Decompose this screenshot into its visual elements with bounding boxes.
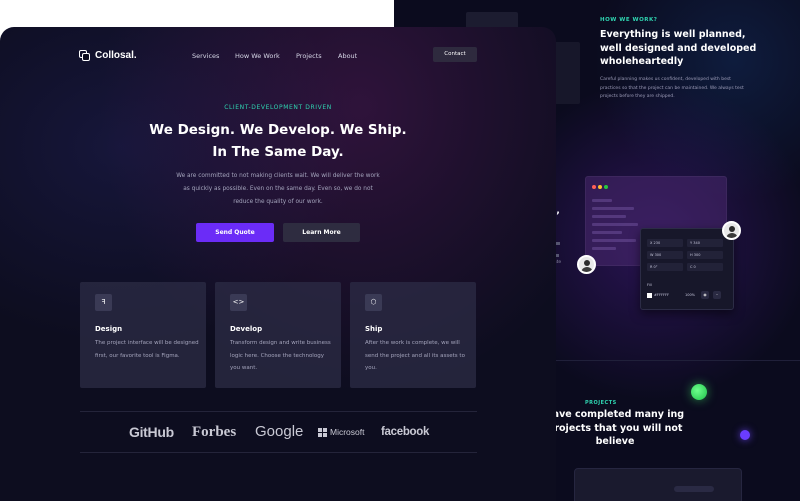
minus-icon: –: [713, 291, 721, 299]
send-quote-button[interactable]: Send Quote: [196, 223, 274, 242]
google-logo: Google: [255, 423, 304, 440]
code-line: [592, 231, 622, 234]
feature-card-develop: <> Develop Transform design and write bu…: [215, 282, 341, 388]
feature-title: Design: [95, 325, 123, 333]
code-line: [592, 247, 616, 250]
feature-title: Ship: [365, 325, 383, 333]
avatar: [577, 255, 596, 274]
learn-more-button[interactable]: Learn More: [283, 223, 360, 242]
contact-button[interactable]: Contact: [433, 47, 477, 62]
logos-divider-bottom: [80, 452, 477, 453]
eye-icon: ◉: [701, 291, 709, 299]
feature-body: Transform design and write business logi…: [230, 340, 331, 371]
feature-card-ship: ⬡ Ship After the work is complete, we wi…: [350, 282, 476, 388]
nav-item-services[interactable]: Services: [192, 52, 219, 60]
how-we-work-title: Everything is well planned, well designe…: [600, 29, 757, 67]
how-we-work-body: Careful planning makes us confident, dev…: [600, 77, 744, 99]
fill-label: Fill: [647, 283, 652, 287]
facebook-logo: facebook: [381, 426, 430, 438]
how-we-work-eyebrow: HOW WE WORK?: [600, 17, 658, 23]
page-screenshot: HOW WE WORK? Everything is well planned,…: [0, 0, 800, 501]
brand-name: Collosal.: [95, 49, 137, 61]
prop-h: H 300: [687, 251, 723, 259]
projects-title: have completed many ing projects that yo…: [545, 409, 685, 447]
figma-icon: ꟻ: [95, 294, 112, 311]
avatar: [722, 221, 741, 240]
project-card-preview: [574, 468, 742, 501]
prop-y: Y 340: [687, 239, 723, 247]
github-logo: GitHub: [129, 424, 174, 440]
code-line: [592, 223, 638, 226]
nav-item-about[interactable]: About: [338, 52, 357, 60]
logo-icon: [79, 49, 90, 61]
fill-opacity: 100%: [685, 293, 696, 297]
microsoft-wordmark: Microsoft: [330, 427, 365, 437]
microsoft-logo: Microsoft: [318, 424, 364, 440]
prop-x: X 230: [647, 239, 683, 247]
nav-item-projects[interactable]: Projects: [296, 52, 322, 60]
code-icon: <>: [230, 294, 247, 311]
hero-body-line-2: as quickly as possible. Even on the same…: [183, 186, 373, 192]
window-dot-icon: [604, 185, 608, 189]
ghost-block: [674, 486, 714, 492]
code-line: [592, 207, 634, 210]
properties-panel-illustration: X 230 Y 340 W 300 H 300 R 0° C 0 Fill #F…: [640, 228, 734, 310]
feature-card-design: ꟻ Design The project interface will be d…: [80, 282, 206, 388]
brand-logo[interactable]: Collosal.: [79, 49, 137, 61]
feature-title: Develop: [230, 325, 263, 333]
window-dot-icon: [592, 185, 596, 189]
code-line: [592, 199, 612, 202]
window-dot-icon: [598, 185, 602, 189]
nav-item-how-we-work[interactable]: How We Work: [235, 52, 280, 60]
hero-title-line-2: In The Same Day.: [212, 144, 344, 160]
hero-body-line-1: We are committed to not making clients w…: [176, 173, 380, 179]
projects-eyebrow: PROJECTS: [585, 400, 617, 406]
prop-rotation: R 0°: [647, 263, 683, 271]
microsoft-grid-icon: [318, 427, 327, 437]
section-divider: [554, 360, 800, 361]
code-line: [592, 215, 626, 218]
hero-eyebrow: CLIENT-DEVELOPMENT DRIVEN: [224, 104, 332, 111]
prop-w: W 300: [647, 251, 683, 259]
decorative-orb: [740, 430, 750, 440]
hero-title-line-1: We Design. We Develop. We Ship.: [149, 122, 407, 138]
logos-divider-top: [80, 411, 477, 412]
hero-body-line-3: reduce the quality of our work.: [233, 199, 323, 205]
code-line: [592, 239, 636, 242]
prop-corner: C 0: [687, 263, 723, 271]
feature-body: The project interface will be designed f…: [95, 340, 199, 359]
box-icon: ⬡: [365, 294, 382, 311]
fill-swatch: [647, 293, 652, 298]
feature-body: After the work is complete, we will send…: [365, 340, 465, 371]
forbes-logo: Forbes: [192, 424, 237, 440]
decorative-orb: [691, 384, 707, 400]
hero-section: Collosal. Services How We Work Projects …: [0, 27, 556, 501]
fill-hex: #FFFFFF: [654, 293, 670, 297]
